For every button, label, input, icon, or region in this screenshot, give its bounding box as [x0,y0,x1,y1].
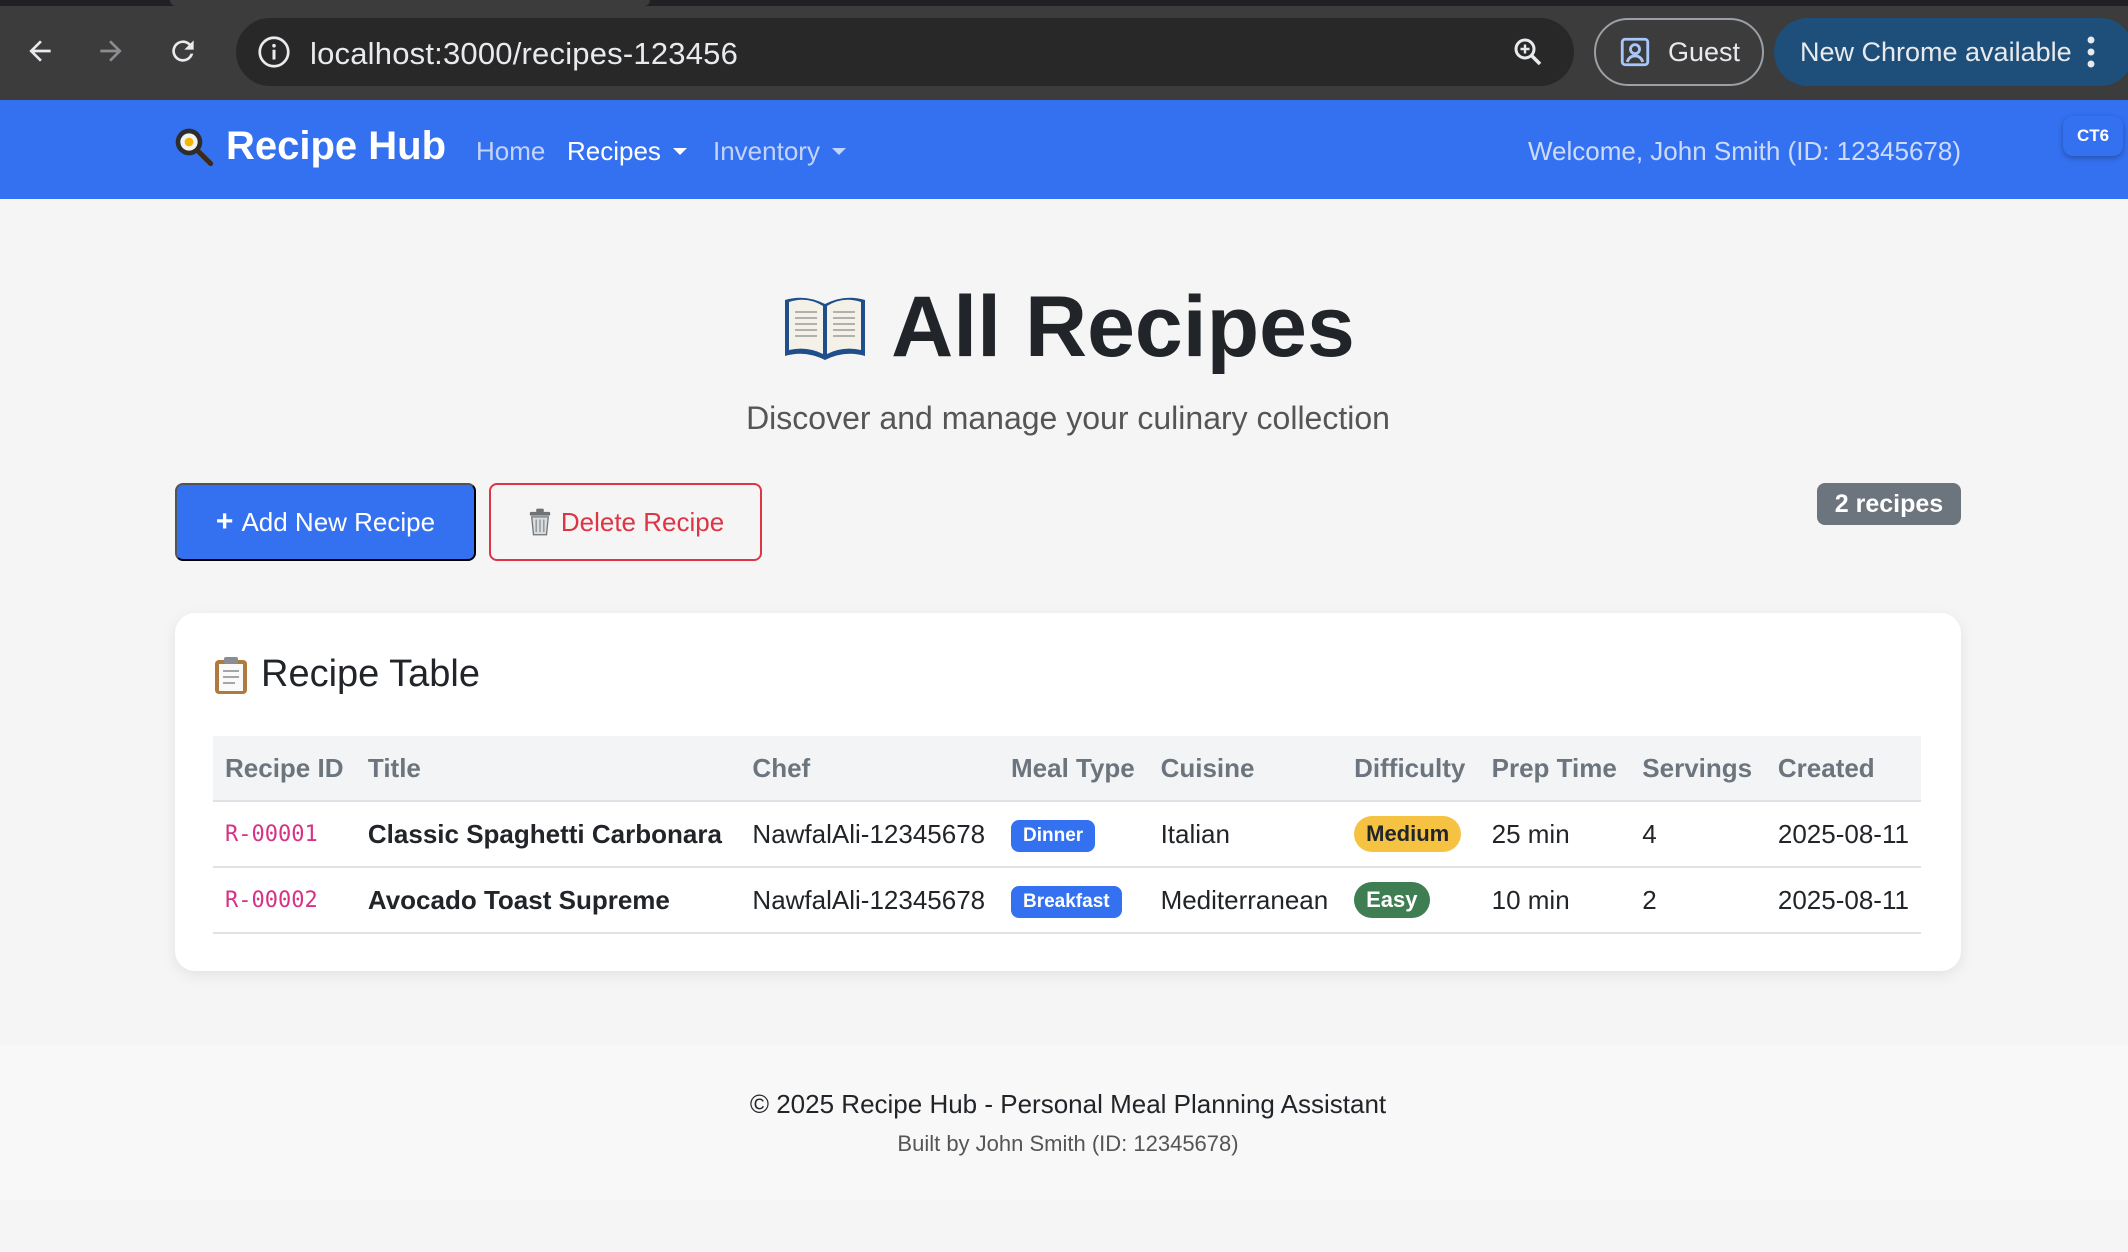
footer-credit: Built by John Smith (ID: 12345678) [897,1131,1239,1156]
forward-arrow-icon [100,40,122,62]
servings-cell: 2 [1630,867,1766,934]
difficulty-badge: Medium [1354,816,1462,852]
column-header: Chef [740,736,999,802]
plus-icon: + [215,505,234,538]
guest-label: Guest [1668,36,1741,67]
recipe-title-cell: Avocado Toast Supreme [355,867,741,934]
delete-recipe-button[interactable]: Delete Recipe [489,483,762,561]
difficulty-cell: Medium [1342,801,1480,868]
clipboard-icon [215,656,247,694]
page-title-text: All Recipes [891,279,1355,375]
card-title-text: Recipe Table [261,653,481,695]
nav-link-inventory[interactable]: Inventory [713,136,846,167]
card-title: Recipe Table [213,653,480,696]
meal-type-cell: Breakfast [998,867,1149,934]
profile-icon [1620,37,1650,67]
chevron-down-icon [831,148,846,155]
difficulty-badge: Easy [1354,882,1430,918]
address-bar[interactable]: localhost:3000/recipes-123456 [236,18,1574,86]
table-header-row: Recipe ID Title Chef Meal Type Cuisine D… [213,736,1921,802]
column-header: Recipe ID [213,736,356,802]
meal-type-cell: Dinner [998,801,1149,868]
cuisine-cell: Italian [1148,801,1343,868]
frying-pan-icon [175,128,214,166]
column-header: Servings [1630,736,1766,802]
reload-icon [172,40,194,62]
table-row[interactable]: R-00002 Avocado Toast Supreme NawfalAli-… [213,867,1921,934]
difficulty-cell: Easy [1342,867,1480,934]
recipe-table-card: Recipe Table Recipe ID Title Chef Meal T… [175,613,1961,971]
recipe-id-cell: R-00001 [213,801,356,868]
brand-name: Recipe Hub [226,124,447,168]
brand-link[interactable]: Recipe Hub [174,124,446,169]
recipe-id-cell: R-00002 [213,867,356,934]
add-recipe-label: Add New Recipe [241,506,436,537]
chrome-update-button[interactable]: New Chrome available [1774,18,2128,86]
back-arrow-icon [29,40,51,62]
forward-button[interactable] [86,26,136,76]
column-header: Prep Time [1479,736,1631,802]
page-title: All Recipes [0,278,2128,377]
page-subtitle: Discover and manage your culinary collec… [746,400,1390,436]
app-navbar: Recipe Hub Home Recipes Inventory Welcom… [0,100,2128,199]
delete-recipe-label: Delete Recipe [560,506,725,537]
footer-copyright: © 2025 Recipe Hub - Personal Meal Planni… [749,1089,1387,1119]
nav-link-inventory-label: Inventory [713,136,820,166]
recipe-title-cell: Classic Spaghetti Carbonara [355,801,741,868]
chevron-down-icon [672,148,687,155]
tab-strip [0,0,2128,6]
chef-cell: NawfalAli-12345678 [740,867,999,934]
created-cell: 2025-08-11 [1765,867,1921,934]
cuisine-cell: Mediterranean [1148,867,1343,934]
url-text[interactable]: localhost:3000/recipes-123456 [310,36,738,72]
open-book-icon [785,297,866,360]
add-recipe-button[interactable]: + Add New Recipe [175,483,476,561]
nav-link-home[interactable]: Home [476,136,545,167]
back-button[interactable] [15,26,65,76]
column-header: Created [1765,736,1921,802]
reload-button[interactable] [158,26,208,76]
recipe-count-badge: 2 recipes [1817,483,1961,525]
corner-badge[interactable]: CT6 [2063,116,2123,156]
meal-type-badge: Dinner [1010,819,1096,852]
meal-type-badge: Breakfast [1010,885,1122,918]
created-cell: 2025-08-11 [1765,801,1921,868]
kebab-menu-icon[interactable] [2084,34,2098,70]
column-header: Difficulty [1342,736,1480,802]
table-row[interactable]: R-00001 Classic Spaghetti Carbonara Nawf… [213,801,1921,868]
recipe-table: Recipe ID Title Chef Meal Type Cuisine D… [213,736,1921,934]
column-header: Cuisine [1148,736,1343,802]
update-label: New Chrome available [1800,36,2072,67]
trash-icon [529,508,551,536]
welcome-text: Welcome, John Smith (ID: 12345678) [1527,136,1961,166]
prep-time-cell: 10 min [1479,867,1631,934]
nav-link-recipes[interactable]: Recipes [567,136,687,167]
zoom-icon[interactable] [1510,34,1546,70]
column-header: Title [355,736,741,802]
column-header: Meal Type [998,736,1149,802]
active-tab[interactable] [170,0,650,6]
page-footer: © 2025 Recipe Hub - Personal Meal Planni… [0,1045,2128,1200]
prep-time-cell: 25 min [1479,801,1631,868]
servings-cell: 4 [1630,801,1766,868]
guest-profile-button[interactable]: Guest [1594,18,1764,86]
browser-toolbar: localhost:3000/recipes-123456 Guest New … [0,0,2128,100]
chef-cell: NawfalAli-12345678 [740,801,999,868]
nav-link-recipes-label: Recipes [567,136,661,166]
site-info-icon[interactable] [256,34,292,70]
